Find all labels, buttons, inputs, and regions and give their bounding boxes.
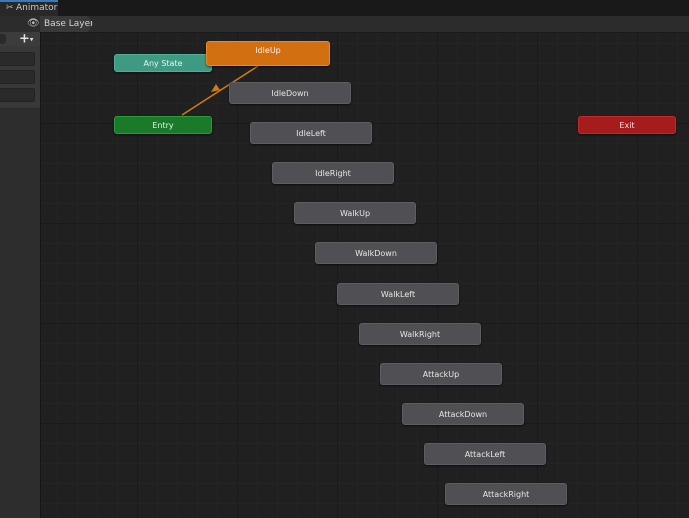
state-node-idledown[interactable]: IdleDown bbox=[229, 82, 351, 104]
state-node-walkright[interactable]: WalkRight bbox=[359, 323, 481, 345]
add-parameter-button[interactable]: +▾ bbox=[19, 32, 37, 46]
animator-icon: ✂ bbox=[6, 3, 14, 13]
exit-node[interactable]: Exit bbox=[578, 116, 676, 134]
state-node-idleleft[interactable]: IdleLeft bbox=[250, 122, 372, 144]
state-node-attackright[interactable]: AttackRight bbox=[445, 483, 567, 505]
breadcrumb-base-layer[interactable]: Base Layer bbox=[40, 16, 94, 32]
any-state-node[interactable]: Any State bbox=[114, 54, 212, 72]
parameter-field[interactable] bbox=[0, 52, 35, 66]
parameter-field[interactable] bbox=[0, 88, 35, 102]
eye-icon[interactable]: 👁 bbox=[27, 19, 40, 29]
chevron-down-icon: ▾ bbox=[29, 35, 34, 44]
state-node-walkdown[interactable]: WalkDown bbox=[315, 242, 437, 264]
state-node-attackup[interactable]: AttackUp bbox=[380, 363, 502, 385]
tab-animator-label: Animator bbox=[16, 3, 58, 13]
state-node-walkup[interactable]: WalkUp bbox=[294, 202, 416, 224]
animator-window: ✂ Animator 👁 Base Layer +▾ Any State Entr… bbox=[0, 0, 689, 518]
parameters-panel: +▾ bbox=[0, 32, 41, 518]
state-node-attackleft[interactable]: AttackLeft bbox=[424, 443, 546, 465]
plus-icon: + bbox=[19, 31, 30, 47]
tab-strip: ✂ Animator bbox=[0, 0, 689, 16]
breadcrumb: 👁 Base Layer bbox=[0, 16, 689, 33]
state-machine-graph[interactable] bbox=[41, 33, 689, 518]
state-node-idleup[interactable]: IdleUp bbox=[206, 41, 330, 66]
entry-node[interactable]: Entry bbox=[114, 116, 212, 134]
tab-animator[interactable]: ✂ Animator bbox=[0, 0, 58, 16]
parameter-field[interactable] bbox=[0, 70, 35, 84]
parameters-list-area bbox=[0, 109, 40, 518]
state-node-walkleft[interactable]: WalkLeft bbox=[337, 283, 459, 305]
state-node-attackdown[interactable]: AttackDown bbox=[402, 403, 524, 425]
state-node-idleright[interactable]: IdleRight bbox=[272, 162, 394, 184]
parameter-search-input[interactable] bbox=[0, 34, 6, 44]
parameters-header: +▾ bbox=[0, 32, 40, 46]
